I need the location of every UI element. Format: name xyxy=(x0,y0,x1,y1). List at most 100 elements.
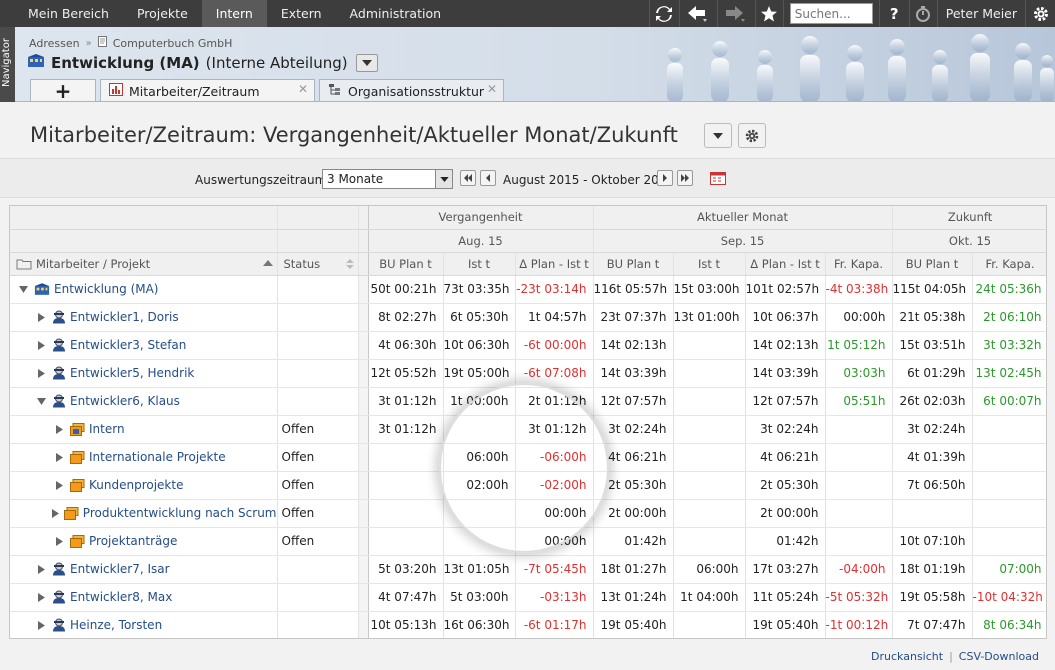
nav-extern[interactable]: Extern xyxy=(267,0,336,27)
expand-triangle-icon[interactable] xyxy=(34,592,48,602)
nav-mein-bereich[interactable]: Mein Bereich xyxy=(0,0,123,27)
value-cell: 13t 01:05h xyxy=(443,555,516,584)
last-period-button[interactable] xyxy=(677,170,693,186)
table-row[interactable]: Produktentwicklung nach Scrum Offen 00:00h… xyxy=(10,499,1046,528)
value-cell: 14t 02:13h xyxy=(593,331,674,360)
nav-administration[interactable]: Administration xyxy=(336,0,455,27)
search-input[interactable] xyxy=(789,3,873,24)
row-name-link[interactable]: Entwickler1, Doris xyxy=(70,310,179,324)
view-dropdown-button[interactable] xyxy=(704,123,732,148)
expand-triangle-icon[interactable] xyxy=(34,368,48,378)
previous-period-button[interactable] xyxy=(480,170,496,186)
expand-triangle-icon[interactable] xyxy=(52,424,66,434)
row-name-link[interactable]: Heinze, Torsten xyxy=(70,618,162,632)
column-header[interactable]: BU Plan t xyxy=(368,252,444,276)
csv-download-link[interactable]: CSV-Download xyxy=(959,650,1039,663)
value-cell xyxy=(825,527,893,556)
table-row[interactable]: Internationale Projekte Offen 06:00h -06:00… xyxy=(10,443,1046,472)
column-header[interactable]: Fr. Kapa. xyxy=(825,252,893,276)
column-header[interactable]: BU Plan t xyxy=(892,252,973,276)
calendar-icon[interactable] xyxy=(710,171,726,188)
row-name-link[interactable]: Projektanträge xyxy=(89,534,177,548)
folder-icon xyxy=(16,259,32,269)
expand-triangle-icon[interactable] xyxy=(52,508,60,518)
navigator-toggle[interactable]: Navigator xyxy=(0,27,15,102)
refresh-icon[interactable] xyxy=(648,0,679,27)
table-row[interactable]: Entwickler6, Klaus 3t 01:12h 1t 00:00h 2t 0… xyxy=(10,387,1046,416)
collapse-triangle-icon[interactable] xyxy=(34,397,48,405)
org-dropdown-button[interactable] xyxy=(355,54,378,72)
expand-triangle-icon[interactable] xyxy=(34,312,48,322)
expand-triangle-icon[interactable] xyxy=(34,620,48,630)
tab-organisationsstruktur[interactable]: Organisationsstruktur ✕ xyxy=(319,79,504,101)
row-status xyxy=(277,583,359,612)
first-period-button[interactable] xyxy=(460,170,476,186)
close-icon[interactable]: ✕ xyxy=(487,82,497,96)
row-name-link[interactable]: Entwicklung (MA) xyxy=(54,282,159,296)
table-row[interactable]: Entwickler8, Max 4t 07:47h 5t 03:00h -03:13… xyxy=(10,583,1046,612)
group-header-current: Aktueller Monat xyxy=(593,206,893,230)
footer-links: Druckansicht | CSV-Download xyxy=(871,650,1039,663)
table-row[interactable]: Entwicklung (MA) 50t 00:21h 73t 03:35h -23t… xyxy=(10,275,1046,304)
nav-intern[interactable]: Intern xyxy=(201,0,267,27)
table-row[interactable]: Entwickler1, Doris 8t 02:27h 6t 05:30h 1t 0… xyxy=(10,303,1046,332)
expand-triangle-icon[interactable] xyxy=(34,564,48,574)
breadcrumb-item-company[interactable]: Computerbuch GmbH xyxy=(113,37,233,50)
row-name-link[interactable]: Entwickler7, Isar xyxy=(70,562,170,576)
table-row[interactable]: Kundenprojekte Offen 02:00h -02:00h 2t 05:30… xyxy=(10,471,1046,500)
value-cell xyxy=(825,443,893,472)
help-button[interactable]: ? xyxy=(878,0,909,27)
table-row[interactable]: Intern Offen 3t 01:12h 3t 01:12h 3t 02:24h 3t… xyxy=(10,415,1046,444)
star-icon[interactable] xyxy=(754,0,783,27)
close-icon[interactable]: ✕ xyxy=(298,82,308,96)
table-row[interactable]: Entwickler7, Isar 5t 03:20h 13t 01:05h -7t … xyxy=(10,555,1046,584)
column-header[interactable]: Δ Plan - Ist t xyxy=(745,252,826,276)
gear-icon[interactable] xyxy=(1025,0,1055,27)
row-name-link[interactable]: Entwickler5, Hendrik xyxy=(70,366,194,380)
row-name-link[interactable]: Produktentwicklung nach Scrum xyxy=(83,506,276,520)
expand-triangle-icon[interactable] xyxy=(34,340,48,350)
row-name-link[interactable]: Entwickler8, Max xyxy=(70,590,172,604)
value-cell: 3t 02:24h xyxy=(892,415,973,444)
value-cell xyxy=(443,499,516,528)
column-header[interactable]: Δ Plan - Ist t xyxy=(515,252,594,276)
breadcrumb-item-adressen[interactable]: Adressen xyxy=(29,37,80,50)
add-tab-button[interactable]: + xyxy=(30,79,96,101)
sort-ascending-icon[interactable] xyxy=(262,259,273,268)
tab-mitarbeiter-zeitraum[interactable]: Mitarbeiter/Zeitraum ✕ xyxy=(100,79,315,101)
value-cell: 19t 05:40h xyxy=(593,611,674,638)
print-view-link[interactable]: Druckansicht xyxy=(871,650,943,663)
column-header[interactable]: Ist t xyxy=(673,252,746,276)
table-row[interactable]: Projektanträge Offen 00:00h 01:42h 01:42h 10t… xyxy=(10,527,1046,556)
row-name-link[interactable]: Kundenprojekte xyxy=(89,478,183,492)
table-row[interactable]: Entwickler3, Stefan 4t 06:30h 10t 06:30h -6… xyxy=(10,331,1046,360)
table-row[interactable]: Entwickler5, Hendrik 12t 05:52h 19t 05:00h… xyxy=(10,359,1046,388)
column-header-name[interactable]: Mitarbeiter / Projekt xyxy=(10,252,278,276)
period-select[interactable]: 3 Monate xyxy=(322,169,453,189)
nav-projekte[interactable]: Projekte xyxy=(123,0,202,27)
column-header-status[interactable]: Status xyxy=(277,252,359,276)
row-name-link[interactable]: Intern xyxy=(89,422,125,436)
row-name-link[interactable]: Entwickler6, Klaus xyxy=(70,394,180,408)
value-cell: 6t 05:30h xyxy=(443,303,516,332)
row-name-link[interactable]: Internationale Projekte xyxy=(89,450,226,464)
expand-triangle-icon[interactable] xyxy=(52,536,66,546)
column-header[interactable]: Ist t xyxy=(443,252,516,276)
expand-triangle-icon[interactable] xyxy=(52,480,66,490)
expand-triangle-icon[interactable] xyxy=(52,452,66,462)
value-cell: 06:00h xyxy=(673,555,746,584)
row-status xyxy=(277,387,359,416)
timer-icon[interactable] xyxy=(908,0,937,27)
table-row[interactable]: Heinze, Torsten 10t 05:13h 16t 06:30h -6t 0… xyxy=(10,611,1046,638)
column-header[interactable]: Fr. Kapa. xyxy=(972,252,1046,276)
value-cell: 12t 07:57h xyxy=(745,387,826,416)
column-header[interactable]: BU Plan t xyxy=(593,252,674,276)
view-settings-button[interactable] xyxy=(738,123,766,148)
user-name[interactable]: Peter Meier xyxy=(938,6,1025,21)
group-header-past: Vergangenheit xyxy=(368,206,594,230)
back-arrow-icon[interactable] xyxy=(678,0,717,27)
next-period-button[interactable] xyxy=(657,170,673,186)
row-name-link[interactable]: Entwickler3, Stefan xyxy=(70,338,186,352)
collapse-triangle-icon[interactable] xyxy=(16,285,30,293)
forward-arrow-icon[interactable] xyxy=(716,0,755,27)
